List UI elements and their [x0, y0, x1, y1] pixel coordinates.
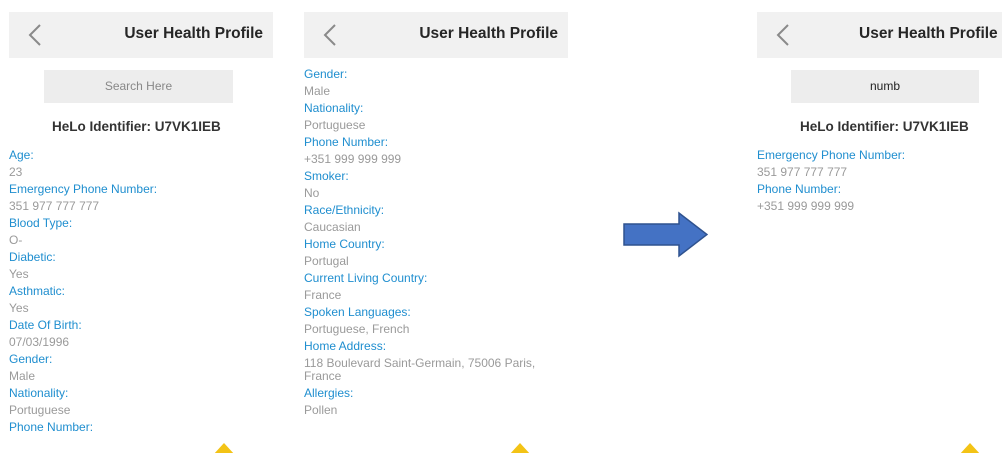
page-title: User Health Profile	[419, 25, 558, 42]
arrow-right-icon	[623, 211, 708, 258]
field-label-gender: Gender:	[9, 352, 53, 366]
chevron-left-icon[interactable]	[318, 21, 344, 49]
field-value-current-living-country: France	[304, 288, 342, 302]
field-label-phone-number: Phone Number:	[304, 135, 389, 149]
field-label-home-address: Home Address:	[304, 339, 387, 353]
search-input[interactable]: numb	[791, 70, 979, 103]
filtered-profile-fields: Emergency Phone Number: 351 977 777 777 …	[757, 149, 1002, 217]
field-label-home-country: Home Country:	[304, 237, 385, 251]
field-value-age: 23	[9, 165, 23, 179]
field-label-emergency-phone: Emergency Phone Number:	[757, 148, 906, 162]
field-value-asthmatic: Yes	[9, 301, 29, 315]
warning-triangle-icon[interactable]	[509, 443, 531, 453]
field-label-phone-number: Phone Number:	[9, 420, 94, 434]
page-title: User Health Profile	[859, 25, 998, 42]
field-value-allergies: Pollen	[304, 402, 338, 417]
field-value-emergency-phone: 351 977 777 777	[9, 199, 100, 213]
chevron-left-icon[interactable]	[771, 21, 797, 49]
field-label-allergies: Allergies:	[304, 385, 354, 400]
field-value-blood-type: O-	[9, 233, 23, 247]
app-header: User Health Profile	[304, 12, 568, 58]
profile-fields: Gender: Male Nationality: Portuguese Pho…	[304, 68, 568, 421]
field-value-home-country: Portugal	[304, 254, 349, 268]
field-value-diabetic: Yes	[9, 267, 29, 281]
field-label-asthmatic: Asthmatic:	[9, 284, 66, 298]
field-label-date-of-birth: Date Of Birth:	[9, 318, 82, 332]
warning-triangle-icon[interactable]	[959, 443, 981, 453]
field-label-age: Age:	[9, 148, 34, 162]
phone-screen-search-results: User Health Profile numb HeLo Identifier…	[757, 12, 1002, 453]
warning-triangle-icon[interactable]	[213, 443, 235, 453]
field-label-gender: Gender:	[304, 67, 348, 81]
field-value-nationality: Portuguese	[304, 118, 366, 132]
field-label-nationality: Nationality:	[9, 386, 69, 400]
field-value-gender: Male	[304, 84, 331, 98]
field-value-date-of-birth: 07/03/1996	[9, 335, 70, 349]
profile-fields: Age: 23 Emergency Phone Number: 351 977 …	[9, 149, 273, 438]
phone-screen-scrolled-profile: User Health Profile Gender: Male Nationa…	[304, 12, 568, 453]
field-value-nationality: Portuguese	[9, 403, 71, 417]
app-header: User Health Profile	[757, 12, 1002, 58]
field-value-smoker: No	[304, 186, 320, 200]
field-label-spoken-languages: Spoken Languages:	[304, 305, 411, 319]
page-title: User Health Profile	[124, 25, 263, 42]
phone-screen-full-profile: User Health Profile Search Here HeLo Ide…	[9, 12, 273, 453]
field-label-smoker: Smoker:	[304, 169, 349, 183]
field-label-blood-type: Blood Type:	[9, 216, 73, 230]
helo-identifier: HeLo Identifier: U7VK1IEB	[52, 119, 221, 134]
field-value-phone-number: +351 999 999 999	[757, 199, 855, 213]
app-header: User Health Profile	[9, 12, 273, 58]
field-value-phone-number: +351 999 999 999	[304, 152, 402, 166]
field-value-gender: Male	[9, 369, 36, 383]
field-label-phone-number: Phone Number:	[757, 182, 842, 196]
field-label-current-living-country: Current Living Country:	[304, 271, 428, 285]
field-label-race-ethnicity: Race/Ethnicity:	[304, 203, 385, 217]
field-label-emergency-phone: Emergency Phone Number:	[9, 182, 158, 196]
field-label-diabetic: Diabetic:	[9, 250, 56, 264]
field-value-home-address: 118 Boulevard Saint-Germain, 75006 Paris…	[304, 356, 536, 383]
field-value-emergency-phone: 351 977 777 777	[757, 165, 848, 179]
helo-identifier: HeLo Identifier: U7VK1IEB	[800, 119, 969, 134]
field-label-nationality: Nationality:	[304, 101, 364, 115]
field-value-race-ethnicity: Caucasian	[304, 220, 361, 234]
chevron-left-icon[interactable]	[23, 21, 49, 49]
field-value-spoken-languages: Portuguese, French	[304, 322, 410, 336]
search-input[interactable]: Search Here	[44, 70, 233, 103]
